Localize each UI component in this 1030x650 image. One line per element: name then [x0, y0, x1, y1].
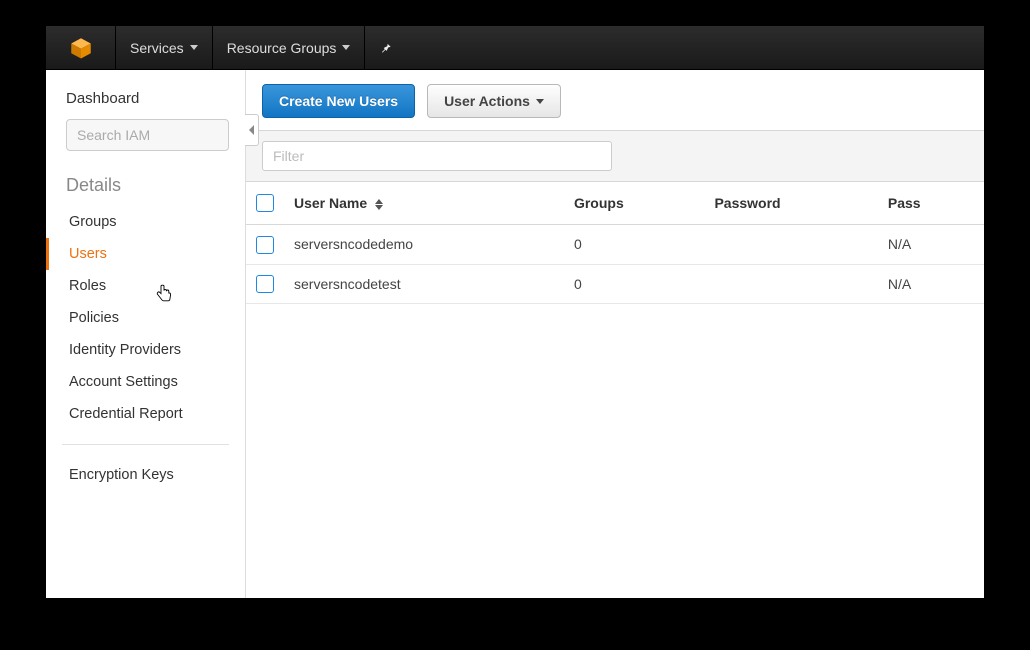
- sidebar: Dashboard Details Groups Users Roles Pol…: [46, 70, 246, 598]
- col-user-name[interactable]: User Name: [284, 182, 564, 225]
- create-new-users-button[interactable]: Create New Users: [262, 84, 415, 118]
- chevron-down-icon: [190, 45, 198, 50]
- table-row[interactable]: serversncodedemo 0 N/A: [246, 225, 984, 264]
- col-groups[interactable]: Groups: [564, 182, 704, 225]
- nav-resource-groups[interactable]: Resource Groups: [213, 26, 366, 69]
- cube-icon: [69, 36, 93, 60]
- sort-icon: [375, 199, 383, 210]
- cell-groups: 0: [564, 225, 704, 264]
- cell-user-name: serversncodetest: [284, 264, 564, 303]
- nav-services-label: Services: [130, 40, 184, 56]
- table-checkbox-all[interactable]: [256, 194, 274, 212]
- filter-bar: [246, 130, 984, 182]
- search-input[interactable]: [66, 119, 229, 151]
- aws-logo[interactable]: [46, 26, 116, 69]
- nav-pin[interactable]: [365, 26, 407, 69]
- action-bar: Create New Users User Actions: [246, 70, 984, 130]
- chevron-left-icon: [249, 125, 254, 135]
- top-navbar: Services Resource Groups: [46, 26, 984, 70]
- user-actions-label: User Actions: [444, 93, 530, 109]
- table-checkbox[interactable]: [256, 275, 274, 293]
- body: Dashboard Details Groups Users Roles Pol…: [46, 70, 984, 598]
- cell-password: [704, 225, 877, 264]
- sidebar-item-encryption-keys[interactable]: Encryption Keys: [46, 459, 245, 491]
- sidebar-item-account-settings[interactable]: Account Settings: [46, 366, 245, 398]
- col-password-last-used[interactable]: Pass: [878, 182, 984, 225]
- col-password[interactable]: Password: [704, 182, 877, 225]
- table-checkbox[interactable]: [256, 236, 274, 254]
- col-user-name-label: User Name: [294, 195, 367, 211]
- sidebar-item-roles[interactable]: Roles: [46, 270, 245, 302]
- pin-icon: [379, 41, 393, 55]
- sidebar-details-heading: Details: [46, 161, 245, 206]
- sidebar-item-groups[interactable]: Groups: [46, 206, 245, 238]
- chevron-down-icon: [342, 45, 350, 50]
- sidebar-item-identity-providers[interactable]: Identity Providers: [46, 334, 245, 366]
- cell-password-last-used: N/A: [878, 225, 984, 264]
- users-table: User Name Groups Password Pass serversnc…: [246, 182, 984, 304]
- chevron-down-icon: [536, 99, 544, 104]
- user-actions-button[interactable]: User Actions: [427, 84, 561, 118]
- nav-resource-groups-label: Resource Groups: [227, 40, 337, 56]
- sidebar-divider: [62, 444, 229, 445]
- sidebar-item-policies[interactable]: Policies: [46, 302, 245, 334]
- main-content: Create New Users User Actions User Name: [246, 70, 984, 598]
- cell-password-last-used: N/A: [878, 264, 984, 303]
- nav-services[interactable]: Services: [116, 26, 213, 69]
- app-frame: Services Resource Groups Dashboard Detai…: [46, 26, 984, 598]
- sidebar-item-credential-report[interactable]: Credential Report: [46, 398, 245, 430]
- filter-input[interactable]: [262, 141, 612, 171]
- sidebar-collapse-toggle[interactable]: [245, 114, 259, 146]
- cell-groups: 0: [564, 264, 704, 303]
- table-row[interactable]: serversncodetest 0 N/A: [246, 264, 984, 303]
- create-new-users-label: Create New Users: [279, 93, 398, 109]
- sidebar-search-wrap: [46, 113, 245, 161]
- cell-password: [704, 264, 877, 303]
- sidebar-item-users[interactable]: Users: [46, 238, 245, 270]
- cell-user-name: serversncodedemo: [284, 225, 564, 264]
- sidebar-dashboard[interactable]: Dashboard: [46, 80, 245, 113]
